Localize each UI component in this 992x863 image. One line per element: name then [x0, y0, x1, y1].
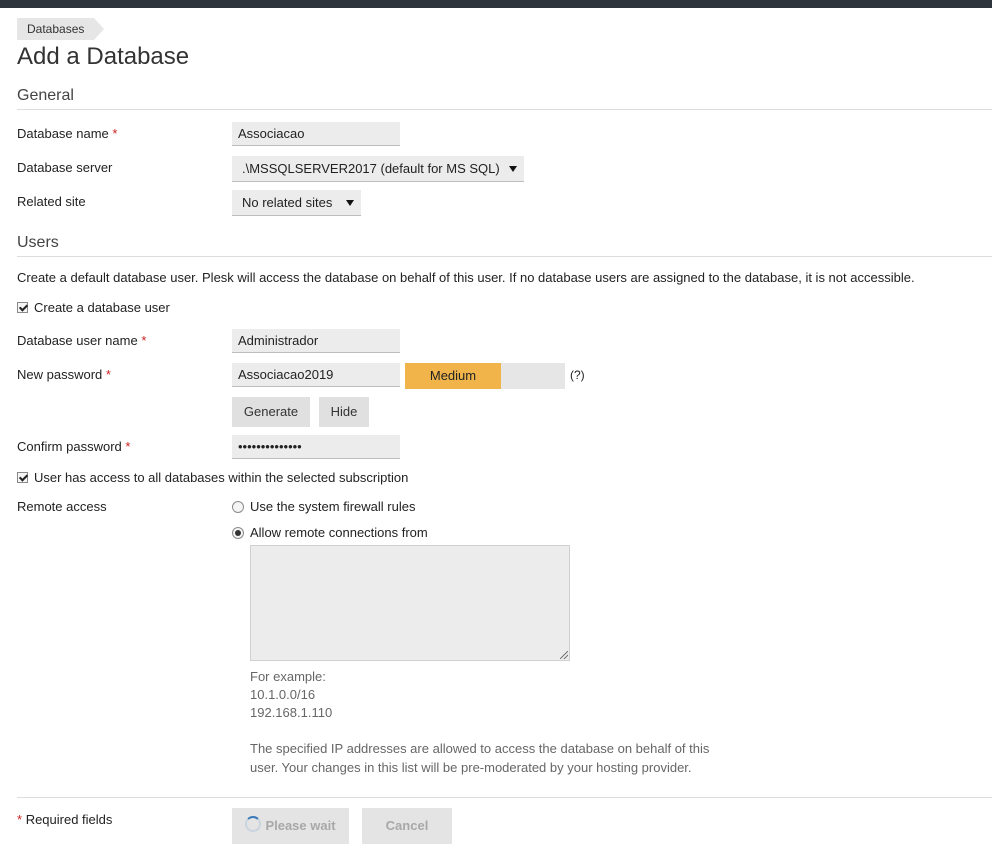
top-bar	[0, 0, 992, 8]
create-user-checkbox[interactable]	[17, 302, 28, 313]
user-name-label: Database user name *	[17, 332, 146, 350]
remote-note-line-2: user. Your changes in this list will be …	[250, 760, 692, 775]
example-heading: For example:	[250, 669, 326, 684]
access-all-label: User has access to all databases within …	[34, 470, 409, 485]
create-user-checkbox-row[interactable]: Create a database user	[17, 300, 170, 315]
radio-firewall[interactable]	[232, 500, 244, 513]
required-marker: *	[141, 333, 147, 348]
remote-note-line-1: The specified IP addresses are allowed t…	[250, 741, 710, 756]
remote-option-allow[interactable]: Allow remote connections from	[232, 525, 428, 540]
new-password-label: New password *	[17, 366, 111, 384]
required-fields-label: Required fields	[25, 812, 113, 827]
create-user-label: Create a database user	[34, 300, 170, 315]
cancel-button[interactable]: Cancel	[362, 808, 452, 844]
remote-option-firewall[interactable]: Use the system firewall rules	[232, 499, 415, 514]
confirm-password-value: ••••••••••••••	[238, 439, 302, 454]
please-wait-button[interactable]: Please wait	[232, 808, 349, 844]
section-heading-users-text: Users	[17, 234, 59, 251]
users-intro-text: Create a default database user. Plesk wi…	[17, 270, 915, 285]
database-server-select[interactable]: .\MSSQLSERVER2017 (default for MS SQL)	[232, 156, 524, 182]
required-marker: *	[125, 439, 131, 454]
new-password-label-text: New password	[17, 367, 103, 382]
breadcrumb-databases[interactable]: Databases	[17, 18, 105, 40]
user-name-input[interactable]	[232, 329, 400, 353]
related-site-select[interactable]: No related sites	[232, 190, 361, 216]
example-ip-2: 192.168.1.110	[250, 705, 333, 720]
database-server-label: Database server	[17, 160, 113, 175]
chevron-down-icon	[346, 200, 354, 206]
section-heading-general-text: General	[17, 87, 74, 104]
radio-allow-remote[interactable]	[232, 526, 244, 539]
user-name-label-text: Database user name	[17, 333, 138, 348]
confirm-password-label-text: Confirm password	[17, 439, 122, 454]
section-heading-users: Users	[17, 234, 992, 257]
page-title: Add a Database	[17, 43, 190, 70]
remote-hosts-textarea[interactable]	[250, 545, 570, 661]
remote-access-label: Remote access	[17, 499, 107, 514]
footer-divider	[17, 797, 992, 798]
required-marker: *	[17, 812, 23, 827]
access-all-checkbox[interactable]	[17, 472, 28, 483]
remote-option-allow-label: Allow remote connections from	[250, 525, 428, 540]
related-site-value: No related sites	[242, 195, 333, 210]
password-strength-meter: Medium	[405, 363, 565, 389]
required-marker: *	[112, 126, 118, 141]
related-site-label: Related site	[17, 194, 86, 209]
chevron-down-icon	[509, 166, 517, 172]
database-name-input[interactable]	[232, 122, 400, 146]
database-name-label: Database name *	[17, 125, 117, 143]
please-wait-label: Please wait	[265, 818, 336, 833]
section-heading-general: General	[17, 87, 992, 110]
generate-password-button[interactable]: Generate	[232, 397, 310, 427]
password-strength-help-link[interactable]: (?)	[570, 368, 585, 382]
required-fields-note: * Required fields	[17, 811, 112, 829]
database-server-value: .\MSSQLSERVER2017 (default for MS SQL)	[242, 161, 500, 176]
example-ip-1: 10.1.0.0/16	[250, 687, 316, 702]
confirm-password-label: Confirm password *	[17, 438, 130, 456]
database-name-label-text: Database name	[17, 126, 109, 141]
resize-grip-icon[interactable]	[560, 651, 568, 659]
password-strength-fill: Medium	[405, 363, 501, 389]
remote-option-firewall-label: Use the system firewall rules	[250, 499, 416, 514]
new-password-input[interactable]	[232, 363, 400, 387]
hide-password-button[interactable]: Hide	[319, 397, 369, 427]
loading-spinner-icon	[245, 816, 262, 832]
required-marker: *	[105, 367, 111, 382]
access-all-checkbox-row[interactable]: User has access to all databases within …	[17, 470, 408, 485]
confirm-password-input[interactable]: ••••••••••••••	[232, 435, 400, 459]
